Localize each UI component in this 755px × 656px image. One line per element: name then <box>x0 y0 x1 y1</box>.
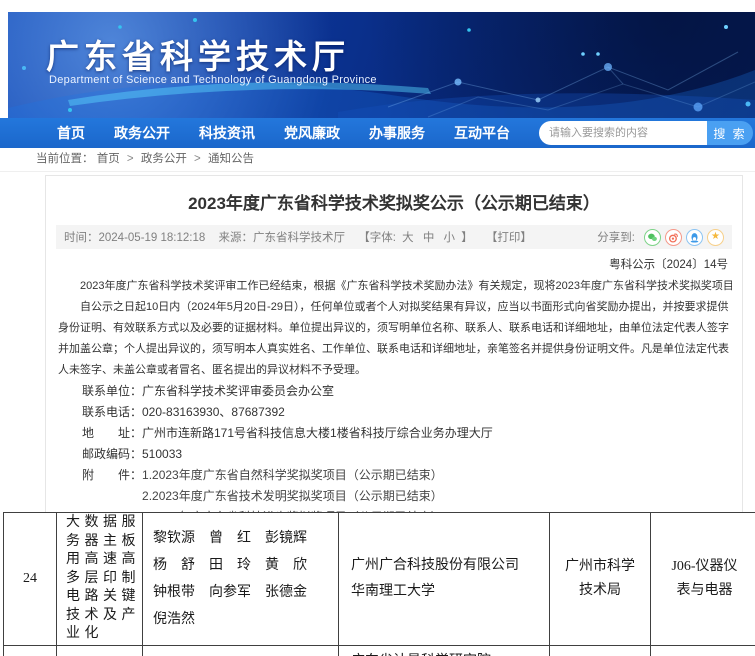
project-line: 业化 <box>57 625 142 644</box>
search-input[interactable] <box>539 121 707 145</box>
project-line: 电路关键 <box>57 588 142 607</box>
awardee-line: 杨 舒 田 玲 黄 欣 <box>143 552 338 579</box>
awardee-line: 倪浩然 <box>143 606 338 633</box>
organization-line: 华南理工大学 <box>339 579 549 605</box>
nav-item-sci-news[interactable]: 科技资讯 <box>199 123 255 143</box>
attachment-link-natural-science[interactable]: 1.2023年度广东省自然科学奖拟奖项目（公示期已结束） <box>142 465 443 486</box>
cell-seq: 24 <box>4 513 57 646</box>
nav-item-home[interactable]: 首页 <box>57 123 85 143</box>
project-line: 技术及产 <box>57 607 142 626</box>
award-table: 24 大数据服 务器主板 用高速高 多层印制 电路关键 技术及产 业化 黎钦源 … <box>3 512 755 656</box>
cell-nominating-bureau <box>550 646 651 656</box>
project-line: 用高速高 <box>57 551 142 570</box>
breadcrumb-home[interactable]: 首页 <box>97 153 120 165</box>
contact-address: 地 址：广州市连新路171号省科技信息大楼1楼省科技厅综合业务办理大厅 <box>58 423 732 444</box>
category-line: J06-仪器仪 <box>651 555 755 579</box>
breadcrumb-separator: > <box>194 153 201 165</box>
breadcrumb-gov-info[interactable]: 政务公开 <box>141 153 187 165</box>
cell-organizations: 广州广合科技股份有限公司 华南理工大学 <box>339 513 550 646</box>
print-button[interactable]: 【打印】 <box>486 232 532 244</box>
page: 广东省科学技术厅 Department of Science and Techn… <box>0 0 755 656</box>
main-nav: 首页 政务公开 科技资讯 党风廉政 办事服务 互动平台 搜 索 <box>0 118 755 148</box>
share-label: 分享到: <box>597 229 635 245</box>
cell-category: J06-仪器仪 表与电器 <box>651 513 755 646</box>
font-size-suffix: 】 <box>461 232 473 244</box>
table-row: 24 大数据服 务器主板 用高速高 多层印制 电路关键 技术及产 业化 黎钦源 … <box>4 513 755 646</box>
nav-item-services[interactable]: 办事服务 <box>369 123 425 143</box>
organization-line: 广东省计量科学研究院 <box>339 646 549 656</box>
article-body: 粤科公示〔2024〕14号 2023年度广东省科学技术奖评审工作已经结束，根据《… <box>46 249 742 528</box>
project-line: 大数据服 <box>57 514 142 533</box>
nav-item-interaction[interactable]: 互动平台 <box>454 123 510 143</box>
nav-item-party-conduct[interactable]: 党风廉政 <box>284 123 340 143</box>
nav-item-gov-info[interactable]: 政务公开 <box>114 123 170 143</box>
site-title: 广东省科学技术厅 <box>46 30 350 78</box>
search-button[interactable]: 搜 索 <box>707 121 753 145</box>
article-source: 来源：广东省科学技术厅 <box>219 232 346 244</box>
font-size-prefix: 【字体: <box>358 232 396 244</box>
bureau-line: 技术局 <box>550 579 650 603</box>
paragraph-2: 自公示之日起10日内（2024年5月20日-29日），任何单位或者个人对拟奖结果… <box>58 297 732 381</box>
project-line: 多层印制 <box>57 570 142 589</box>
table-row: 广东省计量科学研究院 <box>4 646 755 656</box>
cell-awardees: 黎钦源 曾 红 彭镜辉 杨 舒 田 玲 黄 欣 钟根带 向参军 张德金 倪浩然 <box>143 513 339 646</box>
cell-seq <box>4 646 57 656</box>
breadcrumb-label: 当前位置： <box>36 153 94 165</box>
share-wechat-icon[interactable] <box>644 229 661 246</box>
awardee-line: 钟根带 向参军 张德金 <box>143 579 338 606</box>
share-favorite-star-icon[interactable]: ★ <box>707 229 724 246</box>
awardee-line: 黎钦源 曾 红 彭镜辉 <box>143 525 338 552</box>
cell-category <box>651 646 755 656</box>
project-line: 务器主板 <box>57 533 142 552</box>
breadcrumb: 当前位置： 首页 > 政务公开 > 通知公告 <box>0 148 755 172</box>
contact-postcode: 邮政编码：510033 <box>58 444 732 465</box>
breadcrumb-notices[interactable]: 通知公告 <box>208 153 254 165</box>
contact-phone: 联系电话：020-83163930、87687392 <box>58 402 732 423</box>
site-subtitle: Department of Science and Technology of … <box>49 74 377 86</box>
font-size-small-button[interactable]: 小 <box>444 232 456 244</box>
article-metabar: 时间：2024-05-19 18:12:18 来源：广东省科学技术厅 【字体: … <box>56 225 732 249</box>
site-banner: 广东省科学技术厅 Department of Science and Techn… <box>8 12 755 118</box>
cell-project-name: 大数据服 务器主板 用高速高 多层印制 电路关键 技术及产 业化 <box>57 513 143 646</box>
organization-line: 广州广合科技股份有限公司 <box>339 553 549 579</box>
category-line: 表与电器 <box>651 579 755 603</box>
contact-unit: 联系单位：广东省科学技术奖评审委员会办公室 <box>58 381 732 402</box>
share-qq-icon[interactable] <box>686 229 703 246</box>
cell-organizations: 广东省计量科学研究院 <box>339 646 550 656</box>
paragraph-1: 2023年度广东省科学技术奖评审工作已经结束，根据《广东省科学技术奖励办法》有关… <box>58 276 732 297</box>
search-box: 搜 索 <box>539 121 753 145</box>
cell-nominating-bureau: 广州市科学 技术局 <box>550 513 651 646</box>
cell-project-name <box>57 646 143 656</box>
document-number: 粤科公示〔2024〕14号 <box>58 255 732 276</box>
cell-awardees <box>143 646 339 656</box>
font-size-medium-button[interactable]: 中 <box>423 232 435 244</box>
breadcrumb-separator: > <box>127 153 134 165</box>
share-weibo-icon[interactable] <box>665 229 682 246</box>
publish-time: 时间：2024-05-19 18:12:18 <box>64 232 205 244</box>
font-size-large-button[interactable]: 大 <box>402 232 414 244</box>
page-title: 2023年度广东省科学技术奖拟奖公示（公示期已结束） <box>46 176 742 225</box>
bureau-line: 广州市科学 <box>550 555 650 579</box>
attachment-link-tech-invention[interactable]: 2.2023年度广东省技术发明奖拟奖项目（公示期已结束） <box>142 486 443 507</box>
